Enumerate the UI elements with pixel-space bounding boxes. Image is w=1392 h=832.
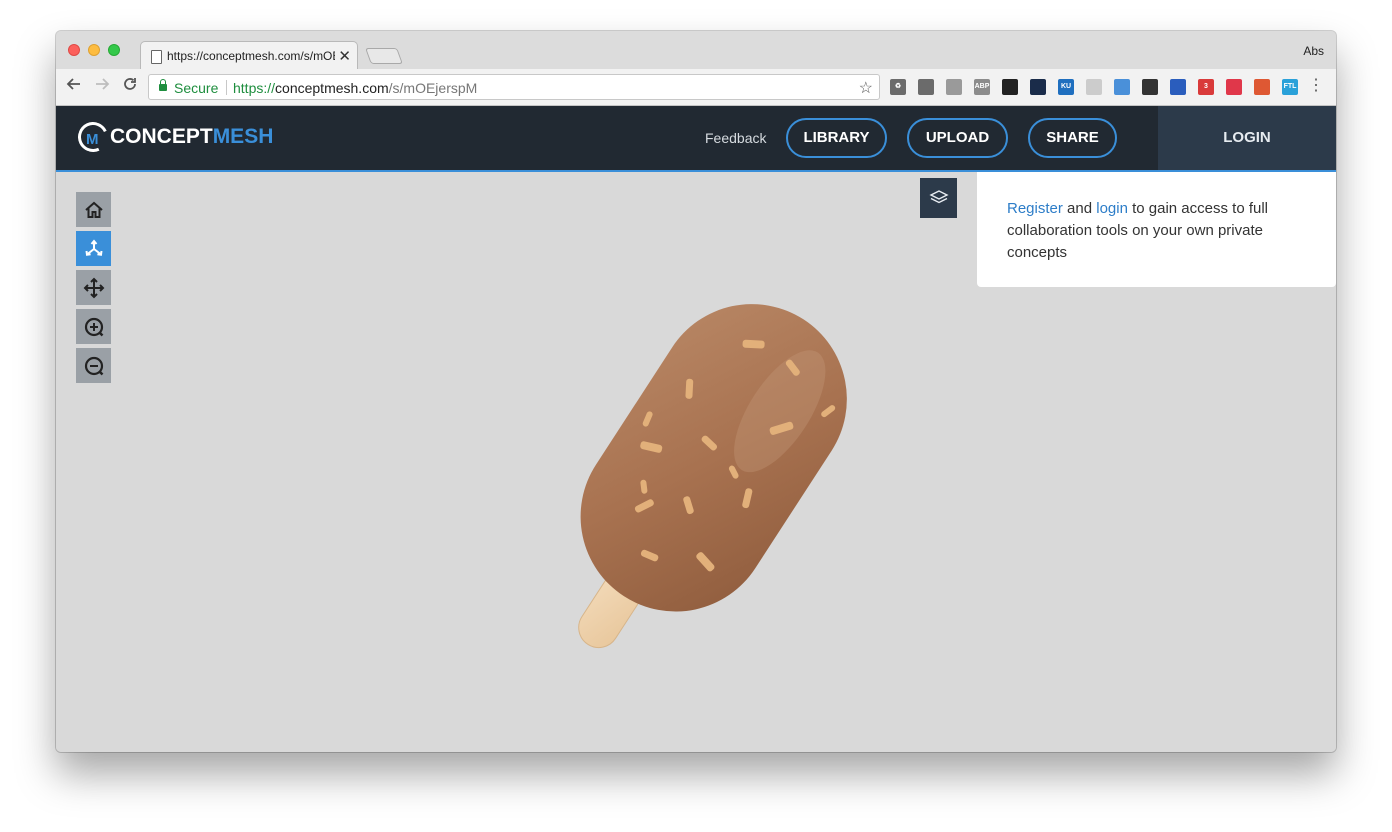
share-button[interactable]: SHARE	[1028, 118, 1117, 158]
register-link[interactable]: Register	[1007, 200, 1063, 217]
logo-text: CONCEPTMESH	[110, 125, 273, 149]
frame-icon[interactable]	[1114, 79, 1130, 95]
url-path: /s/mOEjerspM	[388, 80, 478, 96]
rotate-tool[interactable]	[76, 231, 111, 266]
logo-text-mesh: MESH	[212, 125, 274, 148]
login-link[interactable]: login	[1096, 200, 1128, 217]
puzzle-icon[interactable]	[946, 79, 962, 95]
moon-icon[interactable]	[1086, 79, 1102, 95]
zoom-out-tool[interactable]	[76, 348, 111, 383]
maximize-window-button[interactable]	[108, 44, 120, 56]
close-window-button[interactable]	[68, 44, 80, 56]
back-arrow-icon	[66, 78, 80, 90]
reload-icon	[124, 78, 136, 90]
zoom-in-tool[interactable]	[76, 309, 111, 344]
url-text[interactable]: https://conceptmesh.com/s/mOEjerspM	[233, 80, 477, 96]
pocket-icon[interactable]	[1226, 79, 1242, 95]
ice-cream-bar-model[interactable]	[516, 272, 906, 667]
tree-icon[interactable]	[1030, 79, 1046, 95]
login-prompt-panel: Register and login to gain access to ful…	[977, 172, 1336, 287]
secure-label: Secure	[174, 80, 219, 96]
profile-name[interactable]: Abs	[1303, 44, 1324, 58]
minimize-window-button[interactable]	[88, 44, 100, 56]
pin-icon[interactable]	[1002, 79, 1018, 95]
lock-icon	[159, 79, 167, 91]
ku-icon[interactable]: KU	[1058, 79, 1074, 95]
new-tab-button[interactable]	[365, 48, 403, 64]
back-button[interactable]	[66, 76, 82, 96]
logo-text-concept: CONCEPT	[110, 125, 213, 148]
browser-window: https://conceptmesh.com/s/mOEjerspM ✕ Ab…	[56, 31, 1336, 752]
tab-strip: https://conceptmesh.com/s/mOEjerspM ✕ Ab…	[56, 31, 1336, 70]
browser-toolbar: Secure https://conceptmesh.com/s/mOEjers…	[56, 69, 1336, 106]
home-icon	[84, 201, 103, 218]
browser-tab[interactable]: https://conceptmesh.com/s/mOEjerspM ✕	[140, 41, 358, 70]
layers-button[interactable]	[920, 178, 957, 218]
zoom-out-icon	[84, 356, 103, 375]
home-tool[interactable]	[76, 192, 111, 227]
layers-icon	[928, 190, 949, 204]
address-bar[interactable]: Secure https://conceptmesh.com/s/mOEjers…	[148, 74, 880, 100]
page-icon	[151, 50, 162, 64]
move-icon	[83, 277, 104, 298]
url-scheme: https://	[233, 80, 276, 96]
logo-letter: M	[86, 131, 99, 148]
calendar-icon[interactable]: 3	[1198, 79, 1214, 95]
film-icon[interactable]	[1142, 79, 1158, 95]
adblock-icon[interactable]: ABP	[974, 79, 990, 95]
url-host: conceptmesh.com	[275, 80, 389, 96]
bookmark-star-icon[interactable]: ☆	[859, 78, 873, 98]
forward-arrow-icon	[96, 78, 110, 90]
block-icon[interactable]	[1170, 79, 1186, 95]
zoom-in-icon	[84, 317, 103, 336]
reload-button[interactable]	[122, 76, 138, 96]
feedback-link[interactable]: Feedback	[705, 130, 766, 146]
library-button[interactable]: LIBRARY	[786, 118, 887, 158]
login-prompt-and: and	[1062, 200, 1097, 217]
rotate-icon	[85, 238, 102, 256]
duckduckgo-icon[interactable]	[1254, 79, 1270, 95]
site-header: M CONCEPTMESH Feedback LIBRARY UPLOAD SH…	[56, 106, 1336, 172]
recycle-icon[interactable]: ♻	[890, 79, 906, 95]
login-button[interactable]: LOGIN	[1158, 106, 1336, 170]
upload-button[interactable]: UPLOAD	[907, 118, 1008, 158]
forward-button[interactable]	[94, 76, 110, 96]
tab-title: https://conceptmesh.com/s/mOEjerspM	[167, 49, 335, 63]
cast-icon[interactable]	[918, 79, 934, 95]
browser-menu-icon[interactable]: ⋮	[1308, 76, 1324, 96]
divider	[226, 80, 227, 95]
ftl-icon[interactable]: FTL	[1282, 79, 1298, 95]
close-tab-icon[interactable]: ✕	[338, 47, 351, 65]
pan-tool[interactable]	[76, 270, 111, 305]
model-viewer[interactable]: Register and login to gain access to ful…	[56, 172, 1336, 752]
